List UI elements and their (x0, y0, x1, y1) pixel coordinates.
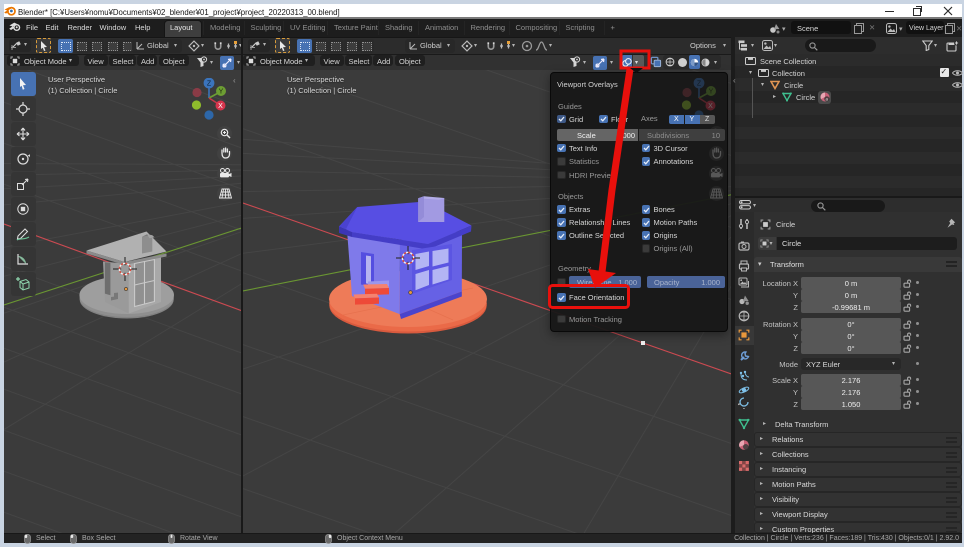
svg-text:Y: Y (219, 89, 224, 96)
svg-text:Z: Z (207, 81, 212, 88)
svg-text:X: X (218, 103, 223, 110)
svg-text:X: X (708, 103, 713, 110)
svg-text:Y: Y (709, 89, 714, 96)
svg-text:Z: Z (697, 81, 702, 88)
